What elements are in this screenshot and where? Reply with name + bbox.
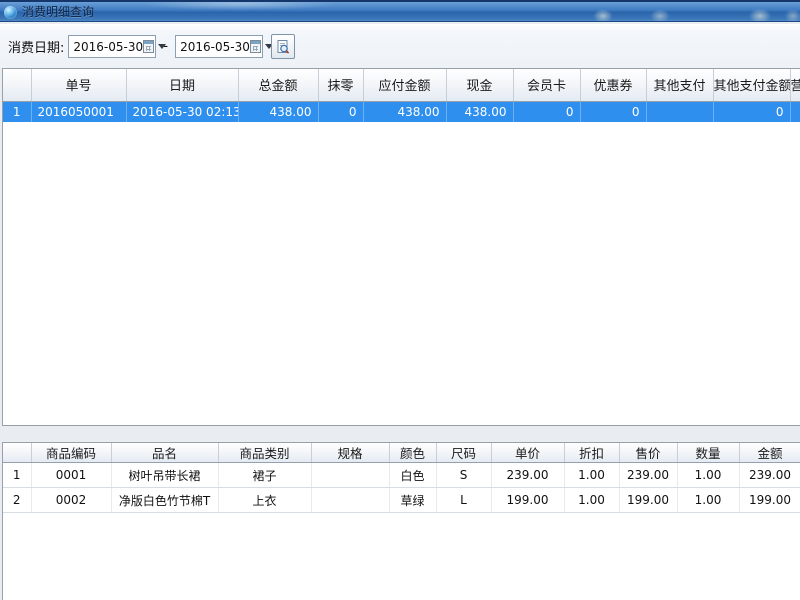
order-payable: 438.00 [363, 101, 446, 122]
item-product-name: 树叶吊带长裙 [111, 463, 218, 488]
item-quantity: 1.00 [677, 488, 739, 513]
query-toolbar: 消费日期: 2016-05-30 - 2016-05-30 [0, 24, 800, 68]
items-col-product-code[interactable]: 商品编码 [31, 443, 111, 463]
app-window: 消费明细查询 消费日期: 2016-05-30 - 2016-05-30 [0, 0, 800, 600]
calendar-icon [143, 40, 154, 53]
orders-col-total[interactable]: 总金额 [238, 69, 318, 101]
items-table-region: 商品编码 品名 商品类别 规格 颜色 尺码 单价 折扣 售价 数量 金额 1 0… [2, 442, 800, 600]
items-table: 商品编码 品名 商品类别 规格 颜色 尺码 单价 折扣 售价 数量 金额 1 0… [3, 443, 800, 513]
order-total: 438.00 [238, 101, 318, 122]
items-col-sale-price[interactable]: 售价 [619, 443, 677, 463]
app-icon [4, 6, 17, 19]
item-spec [311, 488, 389, 513]
order-date: 2016-05-30 02:13:50 [126, 101, 238, 122]
items-col-product-name[interactable]: 品名 [111, 443, 218, 463]
search-button[interactable] [271, 34, 295, 59]
item-row[interactable]: 1 0001 树叶吊带长裙 裙子 白色 S 239.00 1.00 239.00… [3, 463, 800, 488]
item-discount: 1.00 [564, 488, 619, 513]
orders-col-payable[interactable]: 应付金额 [363, 69, 446, 101]
orders-header-row: 单号 日期 总金额 抹零 应付金额 现金 会员卡 优惠券 其他支付 其他支付金额… [3, 69, 800, 101]
items-col-rownum [3, 443, 31, 463]
titlebar: 消费明细查询 [0, 0, 800, 22]
orders-col-coupon[interactable]: 优惠券 [580, 69, 646, 101]
item-product-code: 0001 [31, 463, 111, 488]
item-unit-price: 199.00 [491, 488, 564, 513]
item-size: S [436, 463, 491, 488]
item-amount: 239.00 [739, 463, 800, 488]
orders-col-rounding[interactable]: 抹零 [318, 69, 363, 101]
order-rounding: 0 [318, 101, 363, 122]
orders-col-date[interactable]: 日期 [126, 69, 238, 101]
order-rownum: 1 [3, 101, 31, 122]
item-rownum: 1 [3, 463, 31, 488]
items-header-row: 商品编码 品名 商品类别 规格 颜色 尺码 单价 折扣 售价 数量 金额 [3, 443, 800, 463]
orders-col-rownum [3, 69, 31, 101]
items-col-unit-price[interactable]: 单价 [491, 443, 564, 463]
orders-col-other-payment[interactable]: 其他支付 [646, 69, 713, 101]
item-row[interactable]: 2 0002 净版白色竹节棉T 上衣 草绿 L 199.00 1.00 199.… [3, 488, 800, 513]
order-member-card: 0 [513, 101, 580, 122]
orders-col-clipped[interactable]: 营 [790, 69, 800, 101]
search-icon [275, 39, 291, 55]
item-amount: 199.00 [739, 488, 800, 513]
orders-col-member-card[interactable]: 会员卡 [513, 69, 580, 101]
order-clipped-cell [790, 101, 800, 122]
date-range-label: 消费日期: [8, 37, 64, 56]
orders-col-cash[interactable]: 现金 [446, 69, 513, 101]
item-spec [311, 463, 389, 488]
item-product-name: 净版白色竹节棉T [111, 488, 218, 513]
date-from-input[interactable]: 2016-05-30 [68, 35, 156, 58]
item-unit-price: 239.00 [491, 463, 564, 488]
window-title: 消费明细查询 [22, 2, 94, 22]
order-other-payment-amount: 0 [713, 101, 790, 122]
orders-col-order-no[interactable]: 单号 [31, 69, 126, 101]
item-color: 白色 [389, 463, 436, 488]
items-col-spec[interactable]: 规格 [311, 443, 389, 463]
items-col-category[interactable]: 商品类别 [218, 443, 311, 463]
item-sale-price: 239.00 [619, 463, 677, 488]
item-discount: 1.00 [564, 463, 619, 488]
items-col-discount[interactable]: 折扣 [564, 443, 619, 463]
order-no: 2016050001 [31, 101, 126, 122]
order-cash: 438.00 [446, 101, 513, 122]
item-product-code: 0002 [31, 488, 111, 513]
calendar-icon [250, 40, 261, 53]
items-col-quantity[interactable]: 数量 [677, 443, 739, 463]
order-other-payment [646, 101, 713, 122]
orders-col-other-payment-amount[interactable]: 其他支付金额 [713, 69, 790, 101]
items-col-size[interactable]: 尺码 [436, 443, 491, 463]
item-category: 裙子 [218, 463, 311, 488]
item-rownum: 2 [3, 488, 31, 513]
order-coupon: 0 [580, 101, 646, 122]
titlebar-highlights [0, 2, 800, 22]
orders-table-region: 单号 日期 总金额 抹零 应付金额 现金 会员卡 优惠券 其他支付 其他支付金额… [2, 68, 800, 426]
orders-table: 单号 日期 总金额 抹零 应付金额 现金 会员卡 优惠券 其他支付 其他支付金额… [3, 69, 800, 122]
date-to-input[interactable]: 2016-05-30 [175, 35, 263, 58]
item-size: L [436, 488, 491, 513]
item-color: 草绿 [389, 488, 436, 513]
date-to-value: 2016-05-30 [180, 40, 250, 54]
item-quantity: 1.00 [677, 463, 739, 488]
item-sale-price: 199.00 [619, 488, 677, 513]
items-col-amount[interactable]: 金额 [739, 443, 800, 463]
items-col-color[interactable]: 颜色 [389, 443, 436, 463]
order-row[interactable]: 1 2016050001 2016-05-30 02:13:50 438.00 … [3, 101, 800, 122]
date-from-value: 2016-05-30 [73, 40, 143, 54]
item-category: 上衣 [218, 488, 311, 513]
date-range-separator: - [163, 39, 168, 54]
